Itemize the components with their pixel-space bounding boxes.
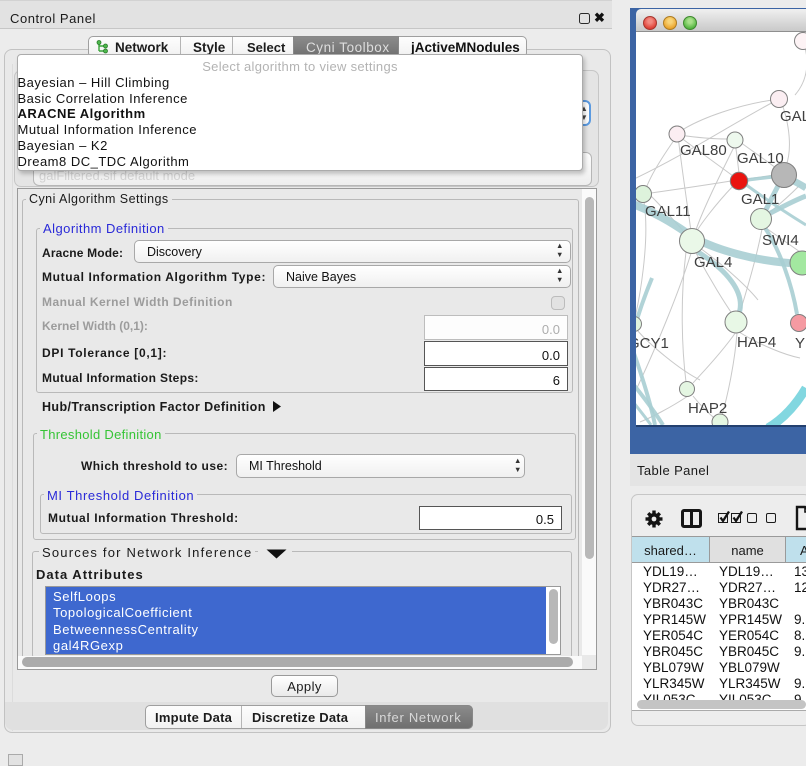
svg-text:HAP2: HAP2	[688, 400, 727, 417]
svg-text:SWI4: SWI4	[762, 232, 799, 249]
svg-text:GAL2: GAL2	[780, 108, 806, 125]
svg-text:GAL10: GAL10	[737, 150, 784, 167]
svg-text:GAL4: GAL4	[694, 254, 732, 271]
svg-text:HAP4: HAP4	[737, 334, 776, 351]
svg-text:GAL11: GAL11	[645, 203, 691, 220]
svg-text:GAL80: GAL80	[680, 142, 727, 159]
svg-text:GCY1: GCY1	[636, 335, 669, 352]
svg-text:GAL1: GAL1	[741, 191, 779, 208]
svg-text:Y: Y	[795, 335, 805, 352]
